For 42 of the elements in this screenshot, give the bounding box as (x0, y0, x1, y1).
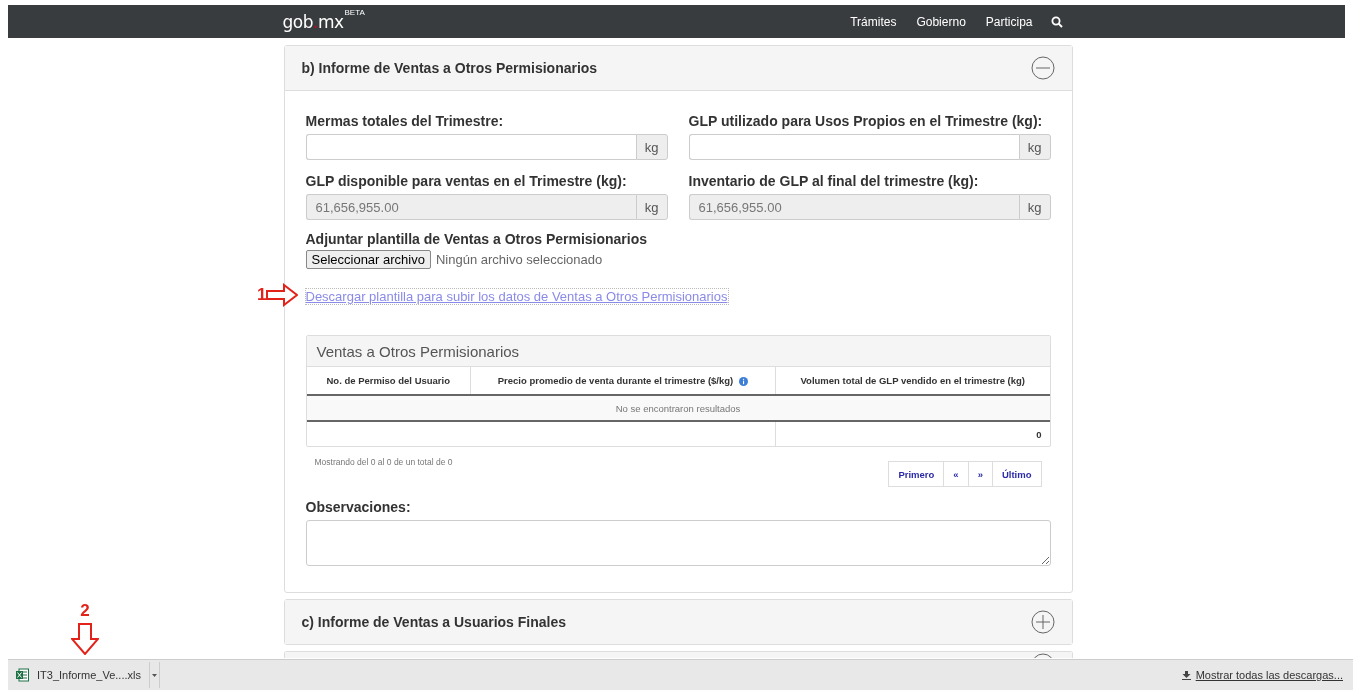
table-info: Mostrando del 0 al 0 de un total de 0 (314, 457, 453, 467)
empty-message: No se encontraron resultados (306, 395, 1050, 421)
unit-label: kg (635, 194, 668, 220)
choose-file-button[interactable]: Seleccionar archivo (305, 250, 431, 269)
nav-link[interactable]: Trámites (840, 14, 907, 29)
field-label: Mermas totales del Trimestre: (305, 113, 505, 129)
field-label: GLP utilizado para Usos Propios en el Trimestre (kg): (688, 113, 1044, 129)
search-icon[interactable] (1050, 15, 1063, 28)
info-icon[interactable] (739, 377, 749, 386)
nav-link[interactable]: Gobierno (906, 14, 976, 29)
pagination-button[interactable]: Primero (888, 461, 945, 487)
site-logo[interactable]: gob.mx (282, 11, 344, 32)
observations-field[interactable] (305, 520, 1051, 566)
spreadsheet-icon (16, 668, 29, 682)
annotation-number: 1 (257, 285, 267, 305)
total-cell: 0 (775, 421, 1050, 446)
nav-link[interactable]: Participa (975, 14, 1043, 29)
field-label: Inventario de GLP al final del trimestre (kg): (688, 173, 980, 189)
panel-header[interactable]: b) Informe de Ventas a Otros Permisionarios (284, 46, 1072, 91)
annotation-number: 2 (80, 601, 90, 621)
pagination-button[interactable]: » (967, 461, 993, 487)
pagination-button[interactable]: Último (991, 461, 1042, 487)
field-label: GLP disponible para ventas en el Trimestre (kg): (305, 173, 628, 189)
field-label: Observaciones: (305, 499, 412, 515)
unit-label: kg (1018, 134, 1051, 160)
table-title: Ventas a Otros Permisionarios (306, 336, 1050, 367)
panel-header[interactable]: c) Informe de Ventas a Usuarios Finales (284, 600, 1072, 644)
arrow-icon (71, 623, 99, 655)
download-item[interactable]: IT3_Informe_Ve....xls (10, 662, 150, 688)
file-status: Ningún archivo seleccionado (435, 252, 603, 267)
unit-label: kg (1018, 194, 1051, 220)
show-all-downloads-link[interactable]: Mostrar todas las descargas... (1181, 669, 1343, 681)
download-icon (1181, 670, 1191, 680)
number-field[interactable] (305, 134, 636, 160)
beta-label: BETA (344, 8, 365, 17)
field-label: Adjuntar plantilla de Ventas a Otros Permisionarios (305, 231, 649, 247)
number-field[interactable] (688, 134, 1019, 160)
expand-icon[interactable] (1030, 610, 1055, 634)
pagination-button[interactable]: « (943, 461, 969, 487)
caret-icon[interactable] (151, 673, 157, 677)
unit-label: kg (635, 134, 668, 160)
collapse-icon[interactable] (1030, 56, 1055, 80)
